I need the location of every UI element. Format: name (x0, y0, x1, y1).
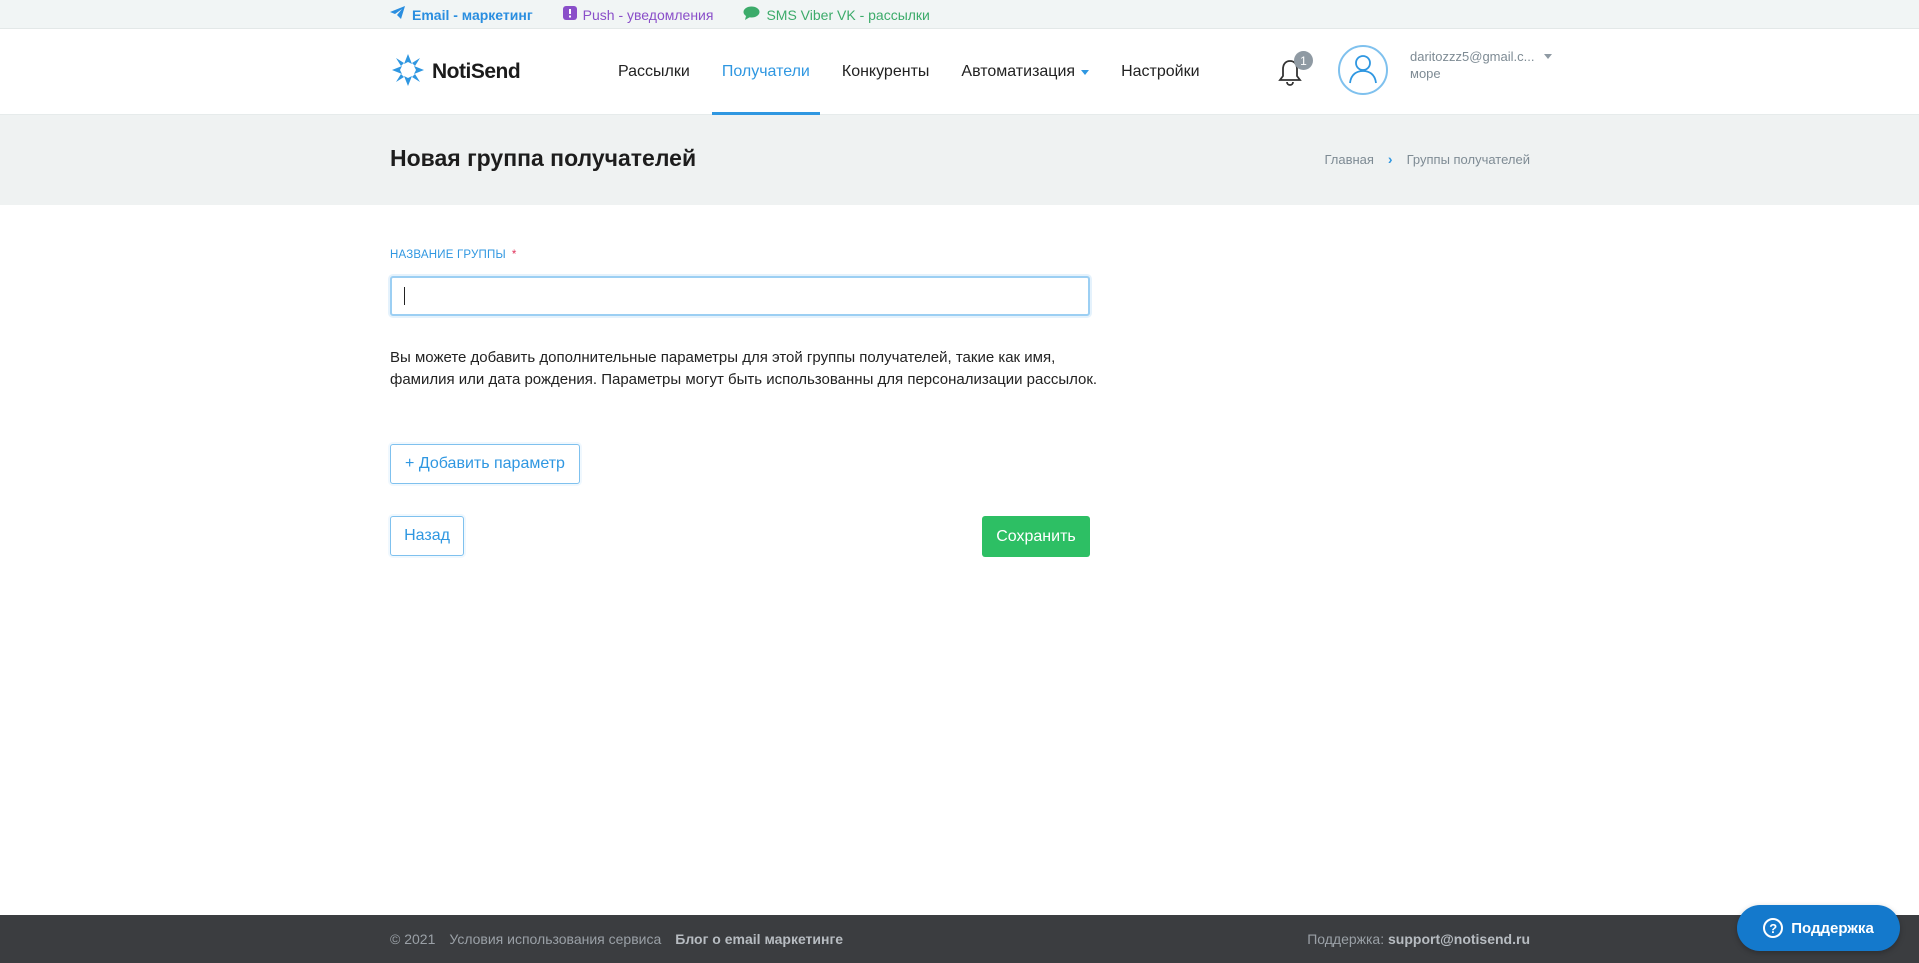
breadcrumb-home-link[interactable]: Главная (1324, 152, 1373, 167)
logo-icon (390, 52, 426, 93)
blog-link[interactable]: Блог о email маркетинге (675, 931, 843, 947)
nav-item-settings[interactable]: Настройки (1105, 29, 1215, 115)
notifications-button[interactable]: 1 (1278, 51, 1313, 87)
top-product-strip: Email - маркетинг Push - уведомления SMS… (0, 0, 1919, 29)
sms-viber-vk-link[interactable]: SMS Viber VK - рассылки (743, 6, 930, 23)
required-mark: * (511, 249, 517, 261)
paper-plane-icon (390, 6, 406, 23)
chevron-right-icon: › (1387, 151, 1393, 167)
main-nav: Рассылки Получатели Конкуренты Автоматиз… (602, 29, 1216, 115)
chevron-down-icon (1544, 54, 1553, 59)
group-name-input[interactable] (390, 276, 1090, 316)
email-marketing-label: Email - маркетинг (412, 6, 533, 23)
avatar[interactable] (1338, 45, 1388, 95)
breadcrumb: Главная › Группы получателей (1324, 151, 1530, 167)
chat-bubble-icon (743, 6, 760, 23)
nav-item-recipients[interactable]: Получатели (706, 29, 826, 115)
parameters-info-text: Вы можете добавить дополнительные параме… (390, 349, 1098, 388)
user-email: daritozzz5@gmail.c... (1410, 49, 1535, 64)
push-notifications-label: Push - уведомления (582, 6, 714, 23)
notification-count-badge: 1 (1294, 51, 1313, 70)
nav-item-competitors[interactable]: Конкуренты (826, 29, 946, 115)
back-button[interactable]: Назад (390, 516, 464, 556)
support-chat-button[interactable]: ? Поддержка (1737, 905, 1900, 951)
user-subtitle: море (1410, 66, 1441, 81)
footer-support: Поддержка: support@notisend.ru (1307, 931, 1530, 947)
group-name-label-text: НАЗВАНИЕ ГРУППЫ (390, 249, 506, 261)
user-menu[interactable]: daritozzz5@gmail.c... море (1410, 49, 1553, 81)
text-cursor (404, 287, 405, 305)
support-prefix: Поддержка: (1307, 931, 1389, 947)
push-notifications-link[interactable]: Push - уведомления (562, 6, 714, 23)
user-icon (1348, 52, 1378, 89)
breadcrumb-recipient-groups-link[interactable]: Группы получателей (1407, 152, 1530, 167)
push-icon (562, 6, 577, 23)
main-header: NotiSend Рассылки Получатели Конкуренты … (0, 29, 1919, 115)
nav-item-automation[interactable]: Автоматизация (945, 29, 1105, 115)
add-parameter-button[interactable]: + Добавить параметр (390, 444, 580, 484)
page-title: Новая группа получателей (390, 145, 697, 171)
logo-text: NotiSend (432, 60, 521, 83)
copyright: © 2021 (390, 931, 436, 947)
user-email-row: daritozzz5@gmail.c... (1410, 49, 1553, 64)
nav-item-label: Получатели (721, 63, 810, 80)
nav-item-label: Настройки (1121, 63, 1200, 80)
support-email-link[interactable]: support@notisend.ru (1388, 931, 1530, 947)
sms-viber-vk-label: SMS Viber VK - рассылки (766, 6, 930, 23)
chevron-down-icon (1081, 69, 1090, 75)
help-icon: ? (1763, 918, 1784, 938)
nav-item-label: Конкуренты (841, 63, 930, 80)
terms-link[interactable]: Условия использования сервиса (449, 931, 661, 947)
footer: © 2021 Условия использования сервиса Бло… (0, 915, 1919, 963)
support-label: Поддержка (1791, 919, 1874, 937)
notisend-logo[interactable]: NotiSend (390, 49, 521, 95)
page-title-band: Новая группа получателей Главная › Групп… (0, 115, 1919, 205)
save-button[interactable]: Сохранить (982, 516, 1090, 557)
nav-item-label: Автоматизация (961, 63, 1076, 80)
nav-item-label: Рассылки (618, 63, 690, 80)
top-product-links: Email - маркетинг Push - уведомления SMS… (390, 0, 960, 29)
footer-left: © 2021 Условия использования сервиса Бло… (390, 931, 857, 947)
group-name-label: НАЗВАНИЕ ГРУППЫ * (390, 249, 517, 261)
nav-item-mailings[interactable]: Рассылки (602, 29, 706, 115)
email-marketing-link[interactable]: Email - маркетинг (390, 6, 533, 23)
